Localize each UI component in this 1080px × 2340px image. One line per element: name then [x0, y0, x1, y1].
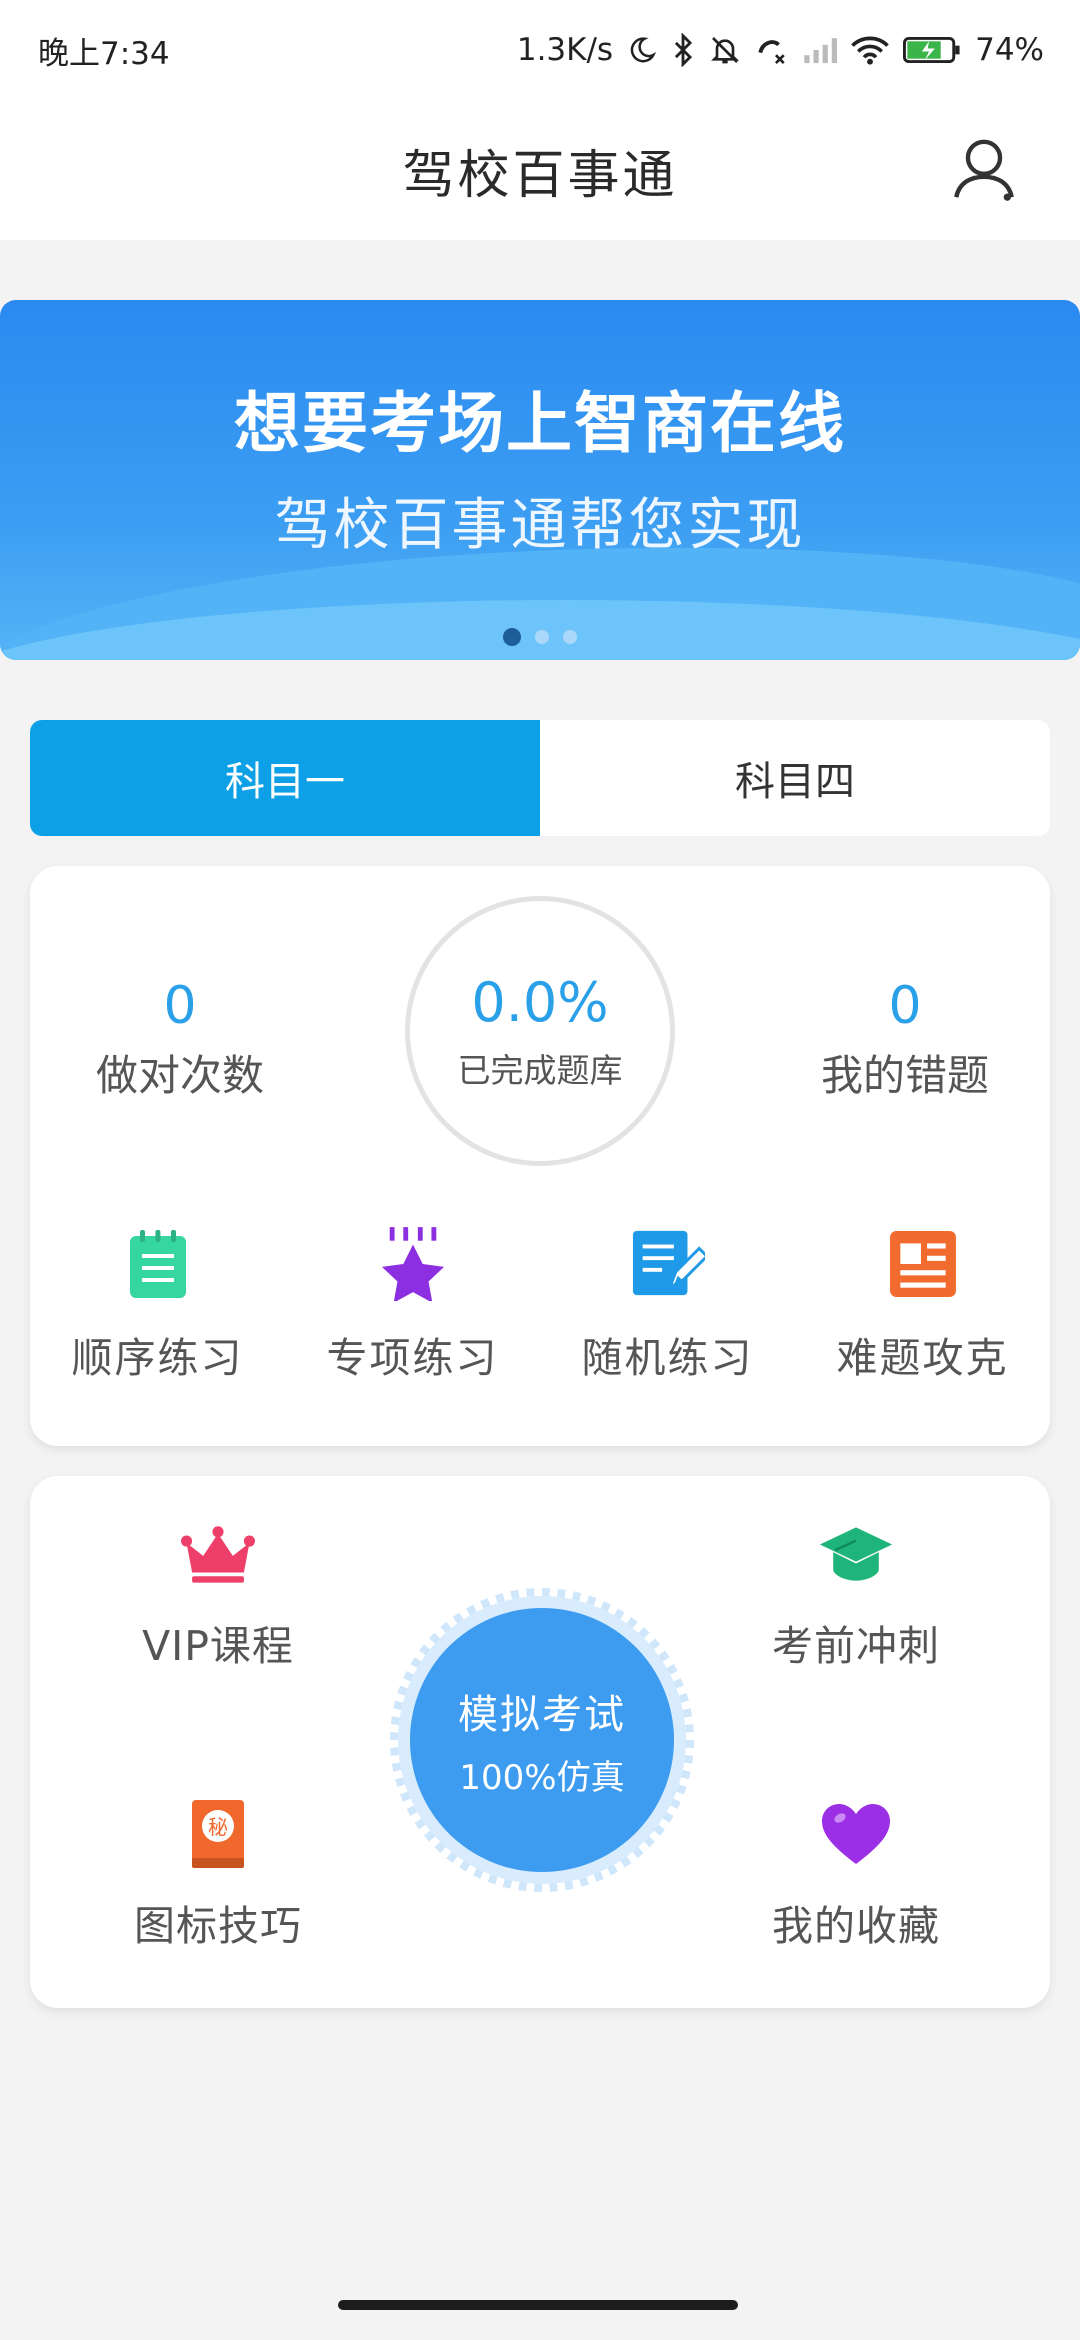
tab-subject-one[interactable]: 科目一: [30, 720, 540, 836]
call-forward-icon: [755, 34, 789, 66]
wrong-questions-stat[interactable]: 0 我的错题: [755, 976, 1055, 1103]
article-icon: [885, 1226, 961, 1302]
correct-count-label: 做对次数: [95, 1051, 264, 1100]
hard-questions-button[interactable]: 难题攻克: [795, 1226, 1050, 1416]
banner-subline: 驾校百事通帮您实现: [274, 493, 806, 558]
progress-value: 0.0%: [471, 970, 609, 1034]
random-practice-label: 随机练习: [581, 1334, 754, 1382]
mock-exam-button[interactable]: 模拟考试 100%仿真: [390, 1588, 694, 1892]
vip-course-label: VIP课程: [142, 1622, 294, 1670]
pagination-dot[interactable]: [563, 630, 577, 644]
correct-count-value: 0: [163, 976, 197, 1036]
battery-percent: 74%: [975, 32, 1044, 68]
secret-book-glyph: 秘: [208, 1815, 228, 1839]
user-profile-button[interactable]: [944, 130, 1024, 210]
my-favorites-button[interactable]: 我的收藏: [706, 1794, 1006, 1952]
status-icons: 1.3K/s 74%: [517, 32, 1044, 68]
wrong-count-value: 0: [888, 976, 922, 1036]
banner-headline: 想要考场上智商在线: [234, 385, 846, 462]
sign-tips-button[interactable]: 秘 图标技巧: [68, 1794, 368, 1952]
user-icon: [949, 133, 1019, 207]
random-practice-button[interactable]: 随机练习: [540, 1226, 795, 1416]
subject-tabs: 科目一 科目四: [30, 720, 1050, 836]
moon-icon: [627, 35, 657, 65]
page-title: 驾校百事通: [402, 145, 678, 206]
tab-subject-four[interactable]: 科目四: [540, 720, 1050, 836]
notebook-icon: [120, 1226, 196, 1302]
pre-exam-sprint-label: 考前冲刺: [772, 1622, 940, 1670]
signal-icon: [803, 36, 838, 64]
my-favorites-label: 我的收藏: [772, 1902, 940, 1950]
banner-pagination: [0, 628, 1080, 646]
sign-tips-label: 图标技巧: [134, 1902, 302, 1950]
secret-book-icon: 秘: [178, 1794, 258, 1874]
sequential-practice-label: 顺序练习: [71, 1334, 244, 1382]
net-speed: 1.3K/s: [516, 32, 614, 68]
status-time: 晚上7:34: [38, 35, 170, 72]
edit-document-icon: [630, 1226, 706, 1302]
heart-icon: [816, 1794, 896, 1874]
app-header: 驾校百事通: [0, 100, 1080, 240]
star-icon: [375, 1226, 451, 1302]
correct-count-stat[interactable]: 0 做对次数: [30, 976, 330, 1103]
sequential-practice-button[interactable]: 顺序练习: [30, 1226, 285, 1416]
mock-exam-title: 模拟考试: [458, 1691, 626, 1738]
question-bank-progress: 0.0% 已完成题库: [405, 896, 675, 1166]
hard-questions-label: 难题攻克: [836, 1334, 1009, 1382]
special-practice-button[interactable]: 专项练习: [285, 1226, 540, 1416]
pagination-dot-active[interactable]: [503, 628, 521, 646]
progress-label: 已完成题库: [457, 1050, 623, 1090]
pre-exam-sprint-button[interactable]: 考前冲刺: [706, 1514, 1006, 1672]
pagination-dot[interactable]: [535, 630, 549, 644]
stats-card: 0 做对次数 0.0% 已完成题库 0 我的错题 顺序练习 专项练习 随机练习 …: [30, 866, 1050, 1446]
home-indicator[interactable]: [338, 2300, 738, 2310]
wifi-icon: [851, 35, 889, 65]
mock-exam-subtitle: 100%仿真: [459, 1757, 625, 1798]
graduation-cap-icon: [816, 1514, 896, 1594]
battery-icon: [903, 35, 961, 65]
vip-course-button[interactable]: VIP课程: [68, 1514, 368, 1672]
crown-icon: [178, 1514, 258, 1594]
promo-banner[interactable]: 想要考场上智商在线 驾校百事通帮您实现: [0, 300, 1080, 660]
practice-modes: 顺序练习 专项练习 随机练习 难题攻克: [30, 1226, 1050, 1416]
wrong-questions-label: 我的错题: [820, 1051, 989, 1100]
mute-bell-icon: [709, 34, 741, 66]
bluetooth-icon: [671, 33, 695, 67]
exam-card: VIP课程 考前冲刺 模拟考试 100%仿真 秘 图标技巧 我的收藏: [30, 1476, 1050, 2008]
mock-exam-core: 模拟考试 100%仿真: [410, 1608, 674, 1872]
status-bar: 晚上7:34 1.3K/s 74%: [0, 0, 1080, 100]
special-practice-label: 专项练习: [326, 1334, 499, 1382]
